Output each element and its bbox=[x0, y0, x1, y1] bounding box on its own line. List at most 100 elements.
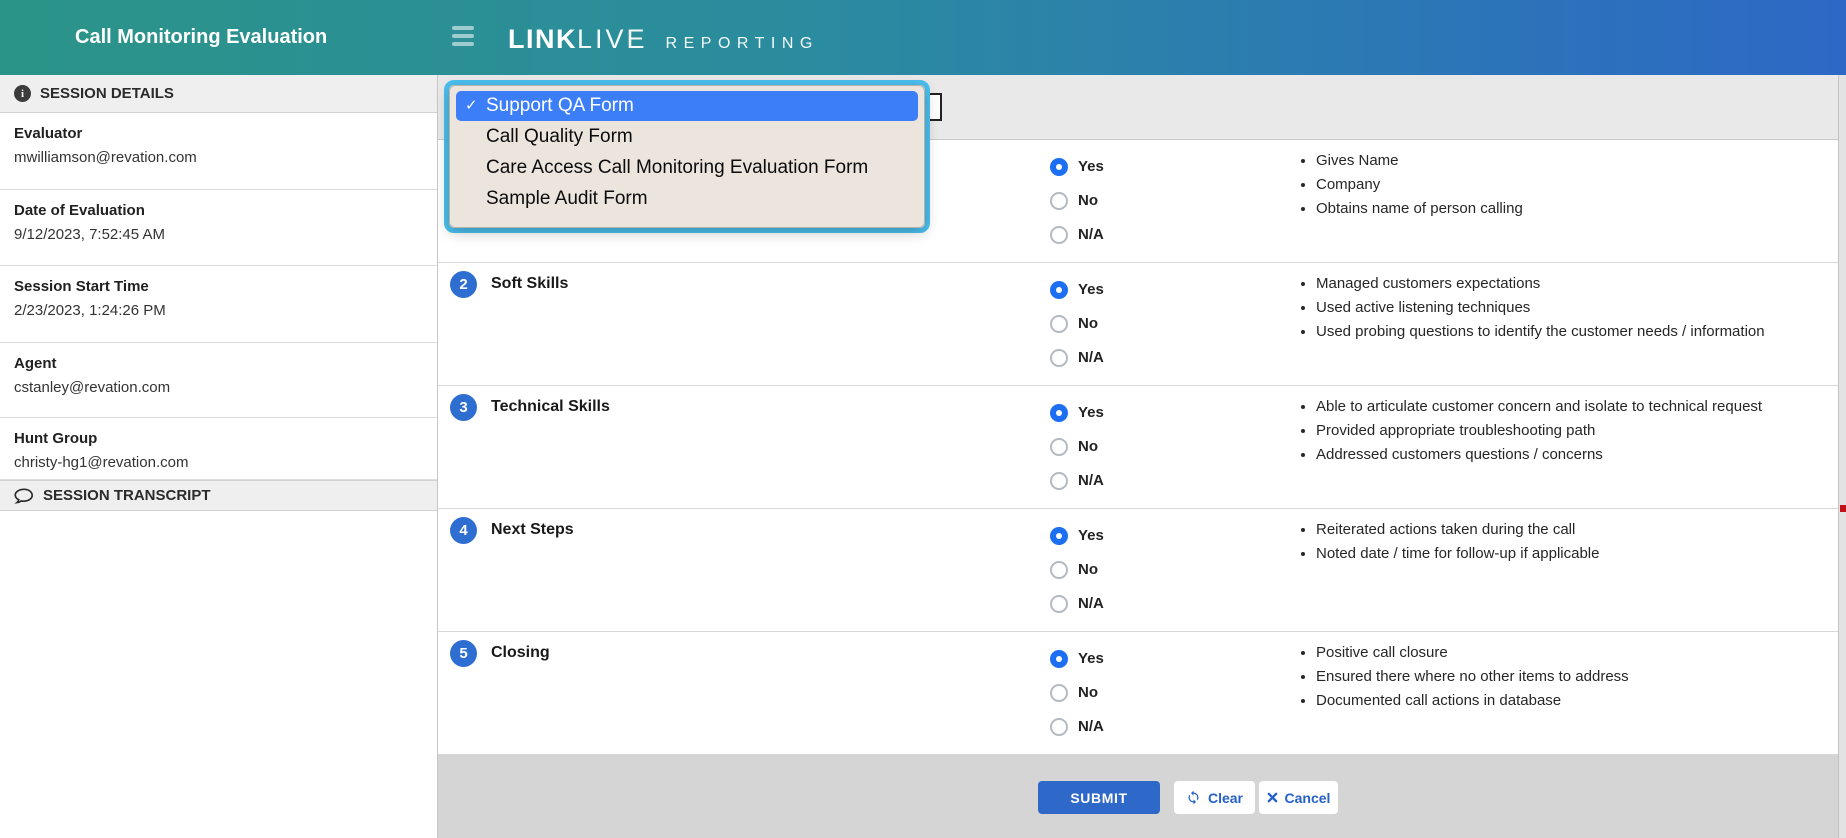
radio-icon[interactable] bbox=[1050, 561, 1068, 579]
cancel-label: Cancel bbox=[1285, 790, 1331, 806]
field-value: mwilliamson@revation.com bbox=[14, 149, 423, 166]
criteria-list: Managed customers expectations Used acti… bbox=[1296, 275, 1765, 347]
radio-option-yes[interactable]: Yes bbox=[1050, 402, 1104, 423]
radio-icon[interactable] bbox=[1050, 438, 1068, 456]
radio-icon[interactable] bbox=[1050, 472, 1068, 490]
radio-group: Yes No N/A bbox=[1050, 648, 1104, 750]
radio-selected-icon[interactable] bbox=[1050, 158, 1068, 176]
field-hunt-group: Hunt Group christy-hg1@revation.com bbox=[0, 418, 437, 480]
criteria-list: Gives Name Company Obtains name of perso… bbox=[1296, 152, 1523, 224]
submit-button[interactable]: SUBMIT bbox=[1038, 781, 1160, 814]
radio-selected-icon[interactable] bbox=[1050, 404, 1068, 422]
info-icon: i bbox=[14, 85, 31, 102]
radio-group: Yes No N/A bbox=[1050, 156, 1104, 258]
criteria-item: Reiterated actions taken during the call bbox=[1316, 521, 1599, 538]
radio-option-no[interactable]: No bbox=[1050, 190, 1104, 211]
dropdown-option[interactable]: Sample Audit Form bbox=[456, 184, 918, 214]
question-label: Closing bbox=[491, 644, 550, 662]
radio-option-na[interactable]: N/A bbox=[1050, 347, 1104, 368]
field-value: christy-hg1@revation.com bbox=[14, 454, 423, 471]
question-row: 3 Technical Skills Yes No N/A Able to ar… bbox=[438, 386, 1838, 509]
criteria-item: Positive call closure bbox=[1316, 644, 1629, 661]
speech-bubble-icon bbox=[14, 488, 34, 504]
scrollbar-marker bbox=[1840, 505, 1846, 512]
page-title: Call Monitoring Evaluation bbox=[75, 0, 327, 75]
session-transcript-header[interactable]: SESSION TRANSCRIPT bbox=[0, 480, 437, 511]
field-date-of-evaluation: Date of Evaluation 9/12/2023, 7:52:45 AM bbox=[0, 190, 437, 266]
question-label: Technical Skills bbox=[491, 398, 610, 416]
criteria-item: Noted date / time for follow-up if appli… bbox=[1316, 545, 1599, 562]
radio-option-yes[interactable]: Yes bbox=[1050, 648, 1104, 669]
radio-icon[interactable] bbox=[1050, 226, 1068, 244]
radio-icon[interactable] bbox=[1050, 684, 1068, 702]
field-session-start-time: Session Start Time 2/23/2023, 1:24:26 PM bbox=[0, 266, 437, 343]
menu-icon[interactable] bbox=[452, 26, 476, 50]
field-label: Agent bbox=[14, 355, 423, 372]
radio-option-yes[interactable]: Yes bbox=[1050, 156, 1104, 177]
radio-icon[interactable] bbox=[1050, 315, 1068, 333]
radio-option-no[interactable]: No bbox=[1050, 682, 1104, 703]
criteria-item: Addressed customers questions / concerns bbox=[1316, 446, 1762, 463]
dropdown-panel: ✓ Support QA Form Call Quality Form Care… bbox=[449, 85, 925, 228]
radio-icon[interactable] bbox=[1050, 718, 1068, 736]
radio-group: Yes No N/A bbox=[1050, 402, 1104, 504]
criteria-item: Gives Name bbox=[1316, 152, 1523, 169]
radio-option-na[interactable]: N/A bbox=[1050, 470, 1104, 491]
criteria-item: Managed customers expectations bbox=[1316, 275, 1765, 292]
radio-group: Yes No N/A bbox=[1050, 525, 1104, 627]
radio-icon[interactable] bbox=[1050, 192, 1068, 210]
field-label: Evaluator bbox=[14, 125, 423, 142]
dropdown-option[interactable]: Call Quality Form bbox=[456, 122, 918, 152]
session-details-label: SESSION DETAILS bbox=[40, 85, 174, 102]
radio-selected-icon[interactable] bbox=[1050, 527, 1068, 545]
question-row: 5 Closing Yes No N/A Positive call closu… bbox=[438, 632, 1838, 755]
dropdown-option-selected[interactable]: ✓ Support QA Form bbox=[456, 91, 918, 121]
x-icon bbox=[1267, 792, 1278, 803]
criteria-item: Used active listening techniques bbox=[1316, 299, 1765, 316]
criteria-item: Able to articulate customer concern and … bbox=[1316, 398, 1762, 415]
question-number-badge: 5 bbox=[450, 640, 477, 667]
dropdown-option[interactable]: Care Access Call Monitoring Evaluation F… bbox=[456, 153, 918, 183]
field-agent: Agent cstanley@revation.com bbox=[0, 343, 437, 418]
radio-icon[interactable] bbox=[1050, 349, 1068, 367]
radio-group: Yes No N/A bbox=[1050, 279, 1104, 381]
radio-option-yes[interactable]: Yes bbox=[1050, 279, 1104, 300]
field-label: Date of Evaluation bbox=[14, 202, 423, 219]
field-label: Session Start Time bbox=[14, 278, 423, 295]
field-label: Hunt Group bbox=[14, 430, 423, 447]
criteria-item: Obtains name of person calling bbox=[1316, 200, 1523, 217]
clear-button[interactable]: Clear bbox=[1174, 781, 1255, 814]
criteria-list: Positive call closure Ensured there wher… bbox=[1296, 644, 1629, 716]
criteria-item: Provided appropriate troubleshooting pat… bbox=[1316, 422, 1762, 439]
question-number-badge: 3 bbox=[450, 394, 477, 421]
radio-option-na[interactable]: N/A bbox=[1050, 716, 1104, 737]
radio-option-no[interactable]: No bbox=[1050, 559, 1104, 580]
session-transcript-label: SESSION TRANSCRIPT bbox=[43, 487, 211, 504]
checkmark-icon: ✓ bbox=[465, 91, 478, 121]
question-row: 4 Next Steps Yes No N/A Reiterated actio… bbox=[438, 509, 1838, 632]
field-value: 2/23/2023, 1:24:26 PM bbox=[14, 302, 423, 319]
criteria-item: Ensured there where no other items to ad… bbox=[1316, 668, 1629, 685]
session-details-header[interactable]: i SESSION DETAILS bbox=[0, 75, 437, 113]
radio-selected-icon[interactable] bbox=[1050, 281, 1068, 299]
criteria-list: Able to articulate customer concern and … bbox=[1296, 398, 1762, 470]
clear-label: Clear bbox=[1208, 790, 1243, 806]
radio-option-yes[interactable]: Yes bbox=[1050, 525, 1104, 546]
cancel-button[interactable]: Cancel bbox=[1259, 781, 1338, 814]
radio-option-na[interactable]: N/A bbox=[1050, 593, 1104, 614]
criteria-list: Reiterated actions taken during the call… bbox=[1296, 521, 1599, 569]
radio-option-no[interactable]: No bbox=[1050, 436, 1104, 457]
vertical-scrollbar[interactable] bbox=[1838, 75, 1846, 838]
radio-icon[interactable] bbox=[1050, 595, 1068, 613]
session-sidebar: i SESSION DETAILS Evaluator mwilliamson@… bbox=[0, 75, 438, 838]
call-monitoring-evaluation-app: Call Monitoring Evaluation LINK LIVE REP… bbox=[0, 0, 1846, 838]
criteria-item: Documented call actions in database bbox=[1316, 692, 1629, 709]
question-label: Soft Skills bbox=[491, 275, 568, 293]
radio-option-no[interactable]: No bbox=[1050, 313, 1104, 334]
form-footer: SUBMIT Clear Cancel bbox=[438, 755, 1838, 838]
radio-option-na[interactable]: N/A bbox=[1050, 224, 1104, 245]
radio-selected-icon[interactable] bbox=[1050, 650, 1068, 668]
criteria-item: Used probing questions to identify the c… bbox=[1316, 323, 1765, 340]
question-number-badge: 4 bbox=[450, 517, 477, 544]
field-value: cstanley@revation.com bbox=[14, 379, 423, 396]
